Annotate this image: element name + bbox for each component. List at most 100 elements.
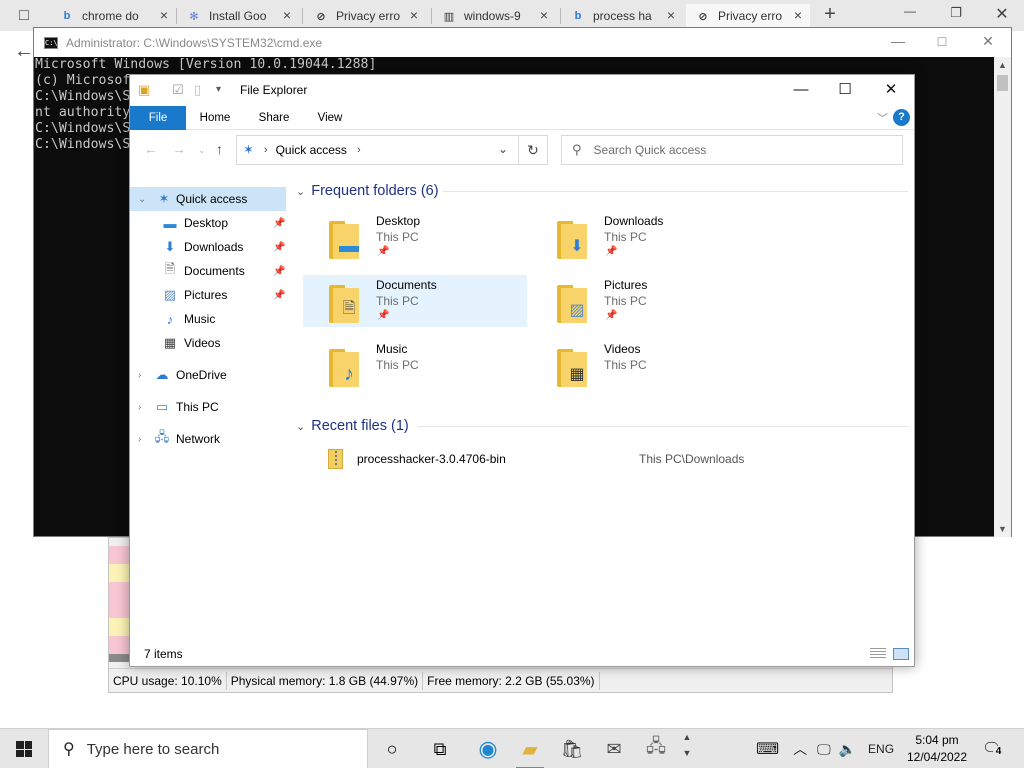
network-app-icon[interactable]: 🖧: [634, 729, 678, 768]
close-tab-icon[interactable]: ×: [790, 7, 806, 23]
up-icon[interactable]: ↑: [216, 141, 223, 157]
frequent-folders-header[interactable]: ⌄ Frequent folders (6): [296, 179, 439, 203]
refresh-button[interactable]: ↻: [519, 135, 548, 165]
tab-view[interactable]: View: [308, 106, 352, 130]
mail-icon[interactable]: ✉: [592, 729, 636, 768]
minimize-icon[interactable]: —: [900, 4, 920, 18]
minimize-icon[interactable]: —: [778, 79, 824, 101]
close-tab-icon[interactable]: ×: [663, 7, 679, 23]
details-view-icon[interactable]: [870, 648, 886, 660]
folder-tile-downloads[interactable]: ⬇ Downloads This PC 📌: [531, 211, 755, 263]
scroll-up-icon[interactable]: ▲: [994, 57, 1011, 73]
close-tab-icon[interactable]: ×: [279, 7, 295, 23]
browser-tab-6[interactable]: ⊘ Privacy erro ×: [686, 4, 810, 28]
cortana-icon[interactable]: ○: [370, 729, 414, 768]
close-tab-icon[interactable]: ×: [156, 7, 172, 23]
collapse-chevron-icon[interactable]: ⌄: [138, 194, 146, 205]
browser-tab-3[interactable]: ⊘ Privacy erro ×: [314, 4, 422, 28]
properties-icon[interactable]: ☑: [172, 82, 184, 98]
collapse-chevron-icon[interactable]: ⌄: [296, 420, 305, 433]
navigation-bar: ← → ⌄ ↑ ✶ › Quick access › ⌄ ↻ ⚲ Search …: [130, 132, 914, 168]
close-tab-icon[interactable]: ×: [406, 7, 422, 23]
nav-videos[interactable]: ▦ Videos: [130, 331, 290, 355]
restore-icon[interactable]: ❐: [946, 5, 966, 21]
back-icon[interactable]: ←: [144, 141, 158, 157]
breadcrumb-quick-access[interactable]: Quick access: [276, 143, 347, 157]
nav-this-pc[interactable]: › ▭ This PC: [130, 395, 290, 419]
address-bar[interactable]: ✶ › Quick access › ⌄: [236, 135, 519, 165]
network-status-icon[interactable]: 🖵: [817, 741, 831, 758]
expand-chevron-icon[interactable]: ›: [138, 434, 141, 445]
new-tab-button[interactable]: +: [820, 3, 840, 26]
new-folder-icon[interactable]: ▯: [194, 82, 201, 98]
maximize-icon[interactable]: ☐: [822, 79, 868, 101]
browser-tab-2[interactable]: ✻ Install Goo ×: [187, 4, 295, 28]
nav-onedrive[interactable]: › ☁ OneDrive: [130, 363, 290, 387]
close-tab-icon[interactable]: ×: [536, 7, 552, 23]
folder-tile-desktop[interactable]: ▬ Desktop This PC 📌: [303, 211, 527, 263]
nav-documents[interactable]: 🗎 Documents 📌: [130, 259, 290, 283]
edge-icon[interactable]: ◉: [466, 729, 510, 768]
expand-ribbon-icon[interactable]: ﹀: [877, 110, 888, 126]
file-explorer-taskbar-icon[interactable]: ▰: [508, 729, 552, 768]
nav-network[interactable]: › 🖧 Network: [130, 427, 290, 451]
cmd-icon: C:\: [44, 36, 58, 49]
cmd-scrollbar[interactable]: ▲ ▼: [994, 57, 1011, 537]
close-icon[interactable]: ✕: [992, 4, 1012, 24]
chevron-up-icon[interactable]: ▲: [680, 732, 694, 742]
forward-icon[interactable]: →: [172, 141, 186, 157]
expand-chevron-icon[interactable]: ›: [138, 370, 141, 381]
customize-quick-access-icon[interactable]: ▾: [216, 84, 221, 95]
recent-file-row[interactable]: processhacker-3.0.4706-bin This PC\Downl…: [323, 449, 913, 471]
tab-share[interactable]: Share: [250, 106, 298, 130]
expand-chevron-icon[interactable]: ›: [138, 402, 141, 413]
clock[interactable]: 5:04 pm 12/04/2022: [898, 732, 976, 766]
taskbar-search-input[interactable]: ⚲ Type here to search: [48, 729, 368, 768]
desktop-icon: ▬: [163, 215, 177, 231]
browser-tab-4[interactable]: ▥ windows-9 ×: [442, 4, 552, 28]
tab-home[interactable]: Home: [192, 106, 238, 130]
folder-tile-videos[interactable]: ▦ Videos This PC: [531, 339, 755, 391]
tab-file[interactable]: File: [130, 106, 186, 130]
volume-muted-icon[interactable]: 🔈: [839, 741, 856, 758]
nav-label: Videos: [184, 336, 221, 350]
show-hidden-icons-icon[interactable]: ︿: [793, 739, 807, 759]
maximize-icon[interactable]: □: [932, 33, 952, 49]
nav-pictures[interactable]: ▨ Pictures 📌: [130, 283, 290, 307]
folder-tile-documents[interactable]: 🗎 Documents This PC 📌: [303, 275, 527, 327]
breadcrumb-separator-icon[interactable]: ›: [357, 144, 361, 156]
scroll-down-icon[interactable]: ▼: [994, 521, 1011, 537]
nav-desktop[interactable]: ▬ Desktop 📌: [130, 211, 290, 235]
language-indicator[interactable]: ENG: [868, 742, 894, 756]
nav-label: OneDrive: [176, 368, 227, 382]
close-icon[interactable]: ✕: [868, 79, 914, 101]
recent-locations-icon[interactable]: ⌄: [198, 145, 206, 156]
scroll-thumb[interactable]: [997, 75, 1008, 91]
nav-quick-access[interactable]: ⌄ ✶ Quick access: [130, 187, 286, 211]
taskbar-scroll[interactable]: ▲ ▼: [680, 729, 694, 768]
breadcrumb-separator-icon[interactable]: ›: [264, 144, 268, 156]
large-icons-view-icon[interactable]: [893, 648, 909, 660]
minimize-icon[interactable]: —: [888, 33, 908, 49]
back-arrow-icon[interactable]: ←: [14, 40, 34, 63]
store-icon[interactable]: 🛍: [550, 729, 594, 768]
pin-icon: 📌: [605, 310, 618, 321]
folder-tile-pictures[interactable]: ▨ Pictures This PC 📌: [531, 275, 755, 327]
address-dropdown-icon[interactable]: ⌄: [498, 142, 508, 156]
task-view-icon[interactable]: ⧉: [418, 729, 462, 768]
browser-tab-1[interactable]: b chrome do ×: [60, 4, 172, 28]
nav-downloads[interactable]: ⬇ Downloads 📌: [130, 235, 290, 259]
start-button[interactable]: [0, 729, 48, 768]
close-icon[interactable]: ✕: [978, 33, 998, 50]
help-icon[interactable]: ?: [893, 109, 910, 126]
notification-center-icon[interactable]: 🗨 4: [982, 739, 1004, 759]
recent-files-header[interactable]: ⌄ Recent files (1): [296, 414, 409, 438]
tab-actions-icon[interactable]: □: [14, 7, 34, 25]
folder-tile-music[interactable]: ♪ Music This PC: [303, 339, 527, 391]
nav-music[interactable]: ♪ Music: [130, 307, 290, 331]
collapse-chevron-icon[interactable]: ⌄: [296, 185, 305, 198]
browser-tab-5[interactable]: b process ha ×: [571, 4, 679, 28]
touch-keyboard-icon[interactable]: ⌨: [756, 739, 779, 759]
chevron-down-icon[interactable]: ▼: [680, 748, 694, 758]
search-input[interactable]: ⚲ Search Quick access: [561, 135, 903, 165]
